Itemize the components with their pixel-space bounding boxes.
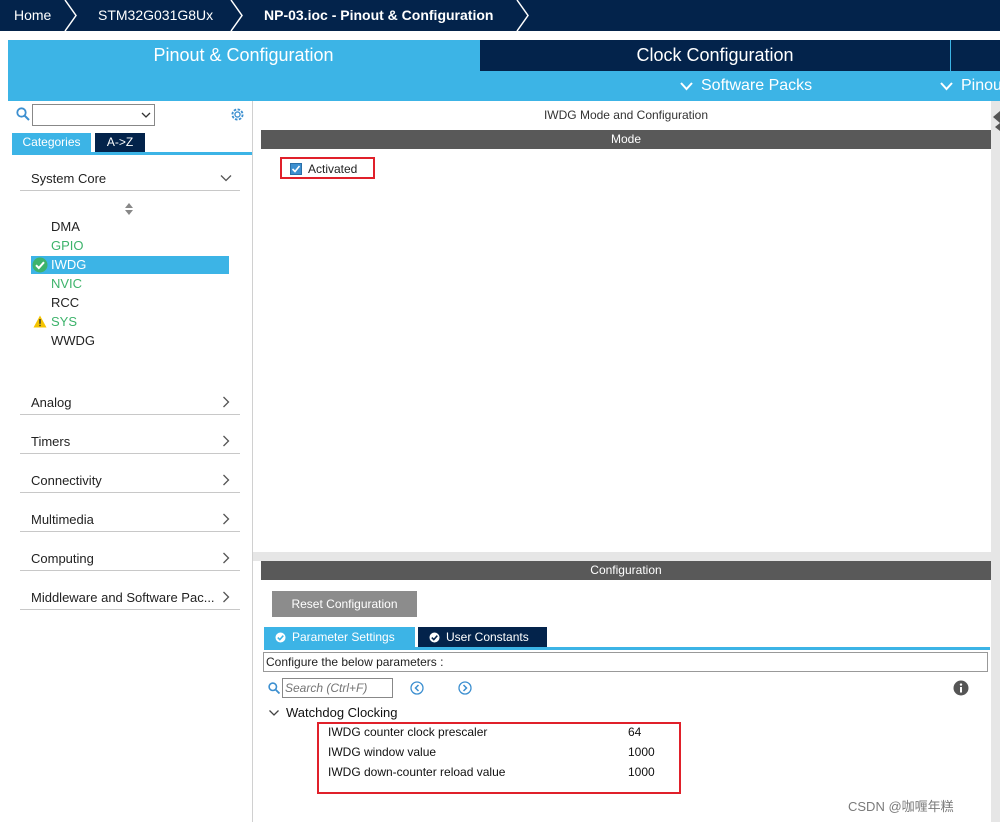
parameter-value[interactable]: 1000 — [628, 765, 655, 779]
system-core-item-label: NVIC — [51, 276, 83, 291]
sidebar: Categories A->Z System Core DMA GPIO IWDG N… — [8, 101, 253, 822]
activated-label: Activated — [308, 162, 358, 176]
check-circle-icon — [429, 632, 440, 643]
system-core-item[interactable]: WWDG — [31, 332, 229, 350]
main-tab-bar: Pinout & Configuration Clock Configurati… — [8, 40, 1000, 71]
mode-area: Activated — [261, 149, 991, 552]
search-combo[interactable] — [32, 104, 155, 126]
system-core-item[interactable]: NVIC — [31, 275, 229, 293]
next-icon[interactable] — [458, 681, 472, 695]
config-hint: Configure the below parameters : — [263, 652, 988, 672]
info-icon[interactable] — [953, 680, 969, 696]
warning-icon — [33, 315, 47, 328]
system-core-item[interactable]: RCC — [31, 294, 229, 312]
breadcrumb-device[interactable]: STM32G031G8Ux — [98, 0, 213, 31]
breadcrumb-separator-icon — [516, 0, 529, 31]
search-icon — [268, 682, 280, 694]
checkbox-checked-icon — [290, 163, 302, 175]
tab-underline — [264, 647, 990, 650]
category-label: Timers — [31, 434, 71, 449]
group-watchdog-clocking[interactable]: Watchdog Clocking — [286, 705, 398, 720]
tab-parameter-settings[interactable]: Parameter Settings — [264, 627, 415, 648]
sub-toolbar: Software Packs Pinou — [8, 71, 1000, 101]
check-circle-icon — [32, 257, 48, 273]
tab-label: Parameter Settings — [292, 630, 395, 644]
chevron-right-icon — [223, 513, 230, 525]
chevron-right-icon — [223, 474, 230, 486]
category-row[interactable]: Timers — [20, 430, 240, 454]
tab-label: User Constants — [446, 630, 529, 644]
tab-clock-configuration[interactable]: Clock Configuration — [480, 40, 950, 71]
parameter-name: IWDG window value — [328, 745, 437, 759]
chevron-down-icon — [141, 112, 151, 118]
chevron-right-icon — [223, 591, 230, 603]
category-system-core[interactable]: System Core — [20, 167, 240, 191]
category-row[interactable]: Multimedia — [20, 508, 240, 532]
chevron-right-icon — [223, 396, 230, 408]
tab-categories[interactable]: Categories — [12, 133, 91, 152]
chevron-down-icon — [680, 82, 693, 91]
search-icon[interactable] — [16, 107, 30, 121]
breadcrumb-home[interactable]: Home — [14, 0, 51, 31]
category-label: Computing — [31, 551, 94, 566]
category-row[interactable]: Analog — [20, 391, 240, 415]
sort-icon[interactable] — [124, 202, 134, 216]
watermark: CSDN @咖喱年糕 — [848, 799, 954, 814]
system-core-item-label: WWDG — [51, 333, 96, 348]
configuration-header: Configuration — [261, 561, 991, 580]
breadcrumb: Home STM32G031G8Ux NP-03.ioc - Pinout & … — [0, 0, 1000, 31]
breadcrumb-separator-icon — [230, 0, 243, 31]
reset-configuration-button[interactable]: Reset Configuration — [272, 591, 417, 617]
parameter-value[interactable]: 1000 — [628, 745, 655, 759]
parameter-name: IWDG counter clock prescaler — [328, 725, 488, 739]
category-label: Analog — [31, 395, 72, 410]
breadcrumb-separator-icon — [64, 0, 77, 31]
system-core-item-label: GPIO — [51, 238, 84, 253]
chevron-down-icon — [220, 175, 232, 182]
system-core-item[interactable]: GPIO — [31, 237, 229, 255]
split-divider[interactable] — [253, 552, 1000, 561]
parameter-search-input[interactable] — [282, 678, 393, 698]
category-row[interactable]: Middleware and Software Pac... — [20, 586, 240, 610]
chevron-right-icon — [223, 552, 230, 564]
panel-title: IWDG Mode and Configuration — [543, 108, 709, 122]
parameter-name: IWDG down-counter reload value — [328, 765, 506, 779]
tab-pinout-configuration[interactable]: Pinout & Configuration — [8, 40, 479, 71]
breadcrumb-file[interactable]: NP-03.ioc - Pinout & Configuration — [264, 0, 493, 31]
parameter-value[interactable]: 64 — [628, 725, 641, 739]
category-label: System Core — [31, 171, 107, 186]
category-label: Multimedia — [31, 512, 94, 527]
system-core-item[interactable]: SYS — [31, 313, 229, 331]
previous-icon[interactable] — [410, 681, 424, 695]
category-label: Middleware and Software Pac... — [31, 590, 215, 605]
system-core-item-label: SYS — [51, 314, 78, 329]
system-core-item-label: IWDG — [51, 257, 87, 272]
system-core-item[interactable]: IWDG — [31, 256, 229, 274]
system-core-item-label: RCC — [51, 295, 80, 310]
pinout-view-label: Pinou — [961, 77, 1000, 94]
chevron-right-icon — [223, 435, 230, 447]
tab-user-constants[interactable]: User Constants — [418, 627, 547, 648]
check-circle-icon — [275, 632, 286, 643]
chevron-down-icon[interactable] — [268, 707, 280, 719]
category-row[interactable]: Connectivity — [20, 469, 240, 493]
category-row[interactable]: Computing — [20, 547, 240, 571]
collapse-strip — [991, 101, 1000, 822]
chevron-down-icon — [940, 82, 953, 91]
gear-icon[interactable] — [229, 106, 246, 123]
collapse-arrow-icon[interactable] — [991, 109, 1000, 133]
mode-header: Mode — [261, 130, 991, 149]
category-label: Connectivity — [31, 473, 102, 488]
system-core-item-label: DMA — [51, 219, 80, 234]
software-packs-label: Software Packs — [701, 77, 813, 94]
tab-extra[interactable] — [951, 40, 1000, 71]
system-core-item[interactable]: DMA — [31, 218, 229, 236]
tab-a-to-z[interactable]: A->Z — [95, 133, 145, 152]
category-tabs: Categories A->Z — [12, 133, 252, 155]
